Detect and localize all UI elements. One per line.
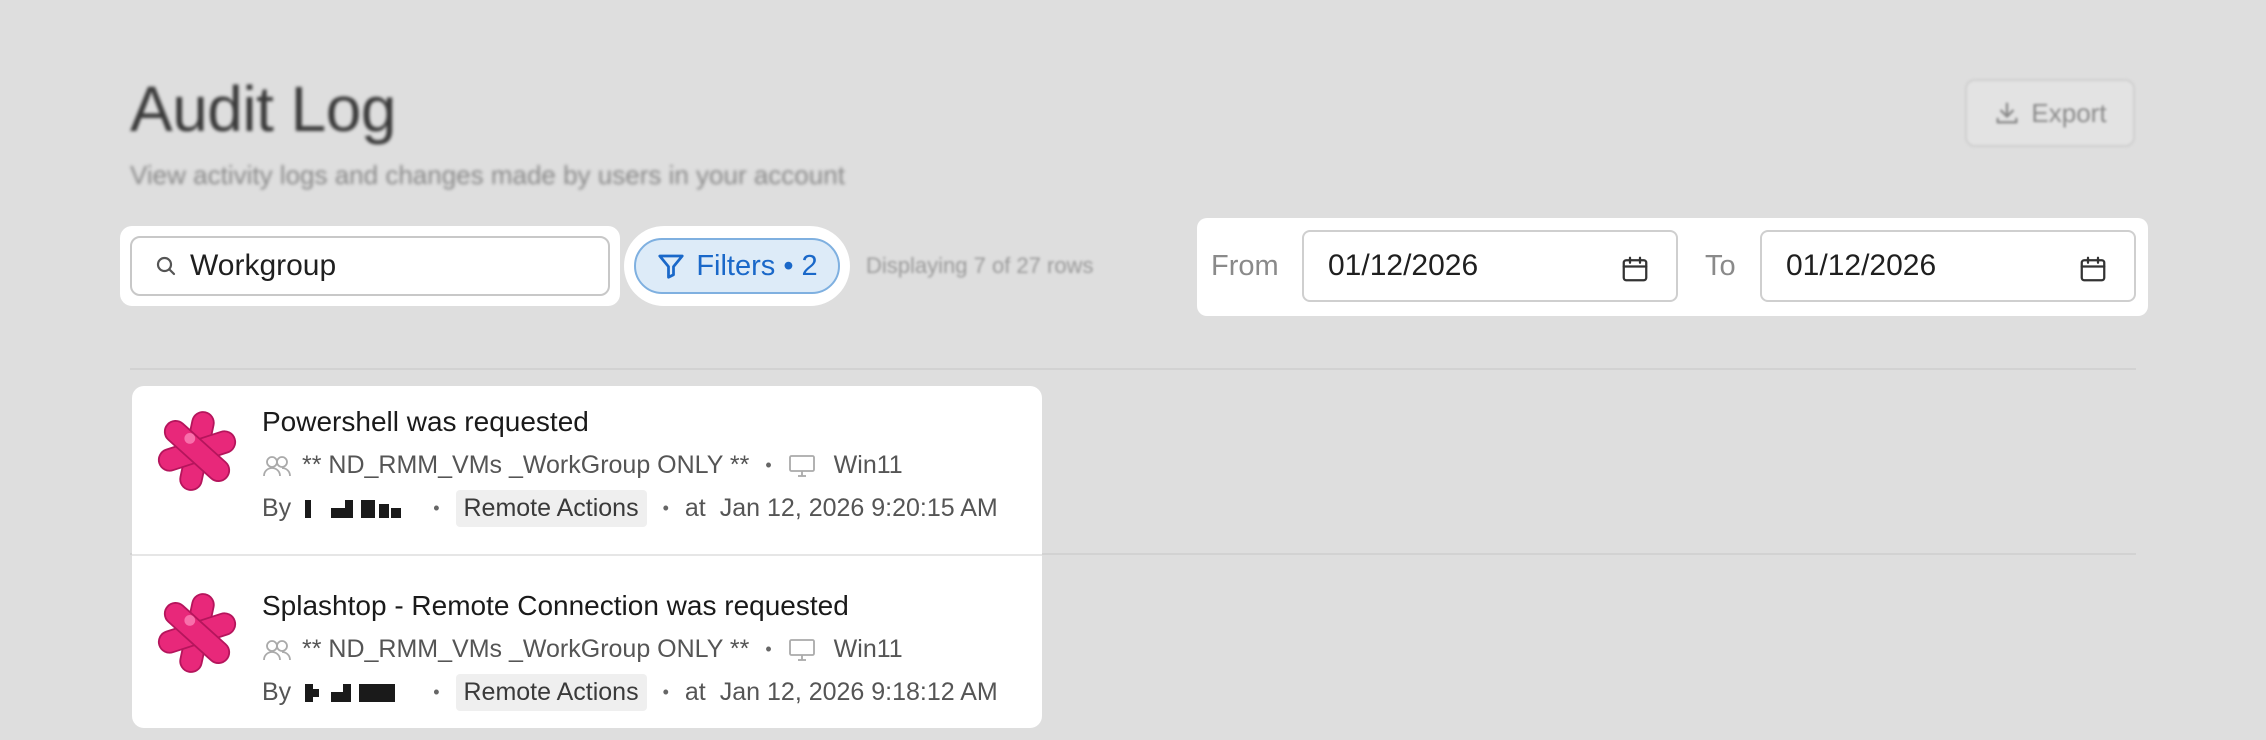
event-group: ** ND_RMM_VMs _WorkGroup ONLY ** — [302, 451, 750, 479]
event-device: Win11 — [833, 635, 903, 663]
to-label: To — [1705, 250, 1736, 282]
search-icon — [156, 256, 176, 276]
filters-container: Filters • 2 — [624, 226, 850, 306]
at-label: at — [684, 494, 706, 522]
search-container — [120, 226, 620, 306]
filters-label: Filters • 2 — [696, 249, 818, 282]
at-label: at — [684, 678, 706, 706]
export-button[interactable]: Export — [1965, 79, 2135, 147]
audit-log-entry[interactable]: Powershell was requested ** ND_RMM_VMs _… — [132, 386, 1042, 554]
event-title: Splashtop - Remote Connection was reques… — [262, 590, 849, 621]
filters-button[interactable]: Filters • 2 — [634, 238, 840, 294]
page-subtitle: View activity logs and changes made by u… — [130, 160, 845, 190]
by-label: By — [262, 494, 292, 522]
search-input[interactable] — [188, 248, 572, 284]
category-badge: Remote Actions — [455, 490, 647, 527]
from-date-value: 01/12/2026 — [1328, 249, 1479, 282]
separator-dot: • — [433, 498, 440, 518]
event-title: Powershell was requested — [262, 406, 589, 437]
from-date-field[interactable]: 01/12/2026 — [1302, 230, 1678, 302]
divider — [130, 368, 2136, 370]
category-badge: Remote Actions — [455, 674, 647, 711]
monitor-icon — [788, 454, 815, 477]
users-icon — [263, 639, 291, 660]
asterisk-logo-icon — [157, 411, 237, 491]
event-timestamp: Jan 12, 2026 9:18:12 AM — [719, 678, 998, 706]
event-group: ** ND_RMM_VMs _WorkGroup ONLY ** — [302, 635, 750, 663]
asterisk-logo-icon — [157, 593, 237, 673]
separator-dot: • — [662, 682, 669, 702]
users-icon — [263, 455, 291, 476]
separator-dot: • — [765, 455, 772, 475]
to-date-value: 01/12/2026 — [1786, 249, 1937, 282]
redacted-user — [305, 499, 405, 518]
separator-dot: • — [662, 498, 669, 518]
date-range: From 01/12/2026 To 01/12/2026 — [1197, 218, 2148, 316]
page-title: Audit Log — [130, 73, 396, 145]
event-meta-row: ** ND_RMM_VMs _WorkGroup ONLY ** • Win11 — [262, 635, 903, 664]
event-device: Win11 — [833, 451, 903, 479]
to-date-field[interactable]: 01/12/2026 — [1760, 230, 2136, 302]
redacted-user — [305, 683, 405, 702]
event-timestamp: Jan 12, 2026 9:20:15 AM — [719, 494, 998, 522]
row-count: Displaying 7 of 27 rows — [866, 253, 1094, 278]
separator-dot: • — [433, 682, 440, 702]
audit-log-entry[interactable]: Splashtop - Remote Connection was reques… — [132, 556, 1042, 728]
monitor-icon — [788, 638, 815, 661]
by-label: By — [262, 678, 292, 706]
event-meta-row: ** ND_RMM_VMs _WorkGroup ONLY ** • Win11 — [262, 451, 903, 480]
calendar-icon[interactable] — [2078, 254, 2108, 284]
event-detail-row: By • Remote Actions • at Jan 12, 2026 9:… — [262, 490, 998, 527]
search-box[interactable] — [130, 236, 610, 296]
download-icon — [1996, 102, 2018, 124]
filter-icon — [658, 254, 684, 279]
calendar-icon[interactable] — [1620, 254, 1650, 284]
separator-dot: • — [765, 639, 772, 659]
export-label: Export — [2031, 97, 2107, 128]
from-label: From — [1211, 250, 1279, 282]
event-detail-row: By • Remote Actions • at Jan 12, 2026 9:… — [262, 674, 998, 711]
